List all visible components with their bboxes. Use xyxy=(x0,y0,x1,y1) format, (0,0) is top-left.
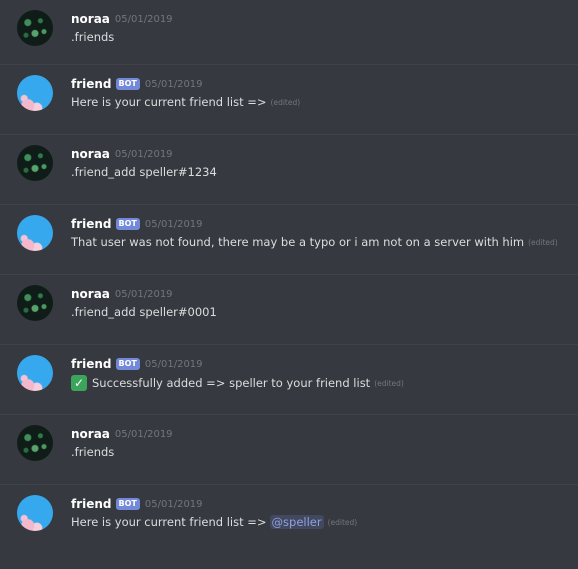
message-header: friend BOT 05/01/2019 xyxy=(71,495,203,513)
message-content: .friends xyxy=(71,445,114,459)
username[interactable]: noraa xyxy=(71,147,110,161)
username[interactable]: friend xyxy=(71,77,112,91)
username[interactable]: noraa xyxy=(71,287,110,301)
message-header: noraa 05/01/2019 xyxy=(71,10,173,28)
bot-badge: BOT xyxy=(115,358,140,370)
message-content: .friend_add speller#0001 xyxy=(71,305,217,319)
avatar[interactable] xyxy=(17,355,53,391)
timestamp: 05/01/2019 xyxy=(144,78,203,90)
message-content: .friends xyxy=(71,30,114,44)
username[interactable]: noraa xyxy=(71,12,110,26)
message-text: .friends xyxy=(71,30,115,44)
message: noraa 05/01/2019 .friends xyxy=(0,0,578,70)
message-text: Successfully added => speller to your fr… xyxy=(92,376,371,390)
username[interactable]: noraa xyxy=(71,427,110,441)
timestamp: 05/01/2019 xyxy=(114,288,173,300)
message: noraa 05/01/2019 .friend_add speller#000… xyxy=(0,274,578,344)
edited-label: (edited) xyxy=(270,97,301,107)
username[interactable]: friend xyxy=(71,357,112,371)
message-content: .friend_add speller#1234 xyxy=(71,165,217,179)
message-header: noraa 05/01/2019 xyxy=(71,285,173,303)
avatar[interactable] xyxy=(17,145,53,181)
message-text: .friends xyxy=(71,445,115,459)
edited-label: (edited) xyxy=(327,517,358,527)
avatar[interactable] xyxy=(17,495,53,531)
timestamp: 05/01/2019 xyxy=(144,358,203,370)
message: friend BOT 05/01/2019 That user was not … xyxy=(0,204,578,274)
message: friend BOT 05/01/2019 Here is your curre… xyxy=(0,64,578,134)
message-content: Here is your current friend list => @spe… xyxy=(71,515,357,529)
message-text: Here is your current friend list => xyxy=(71,95,267,109)
username[interactable]: friend xyxy=(71,497,112,511)
message-header: noraa 05/01/2019 xyxy=(71,425,173,443)
bot-badge: BOT xyxy=(115,78,140,90)
edited-label: (edited) xyxy=(528,237,558,247)
avatar[interactable] xyxy=(17,285,53,321)
message: noraa 05/01/2019 .friends xyxy=(0,414,578,484)
message-content: Here is your current friend list => (edi… xyxy=(71,95,300,109)
message-content: That user was not found, there may be a … xyxy=(71,235,558,249)
message-header: friend BOT 05/01/2019 xyxy=(71,355,203,373)
message: friend BOT 05/01/2019 Here is your curre… xyxy=(0,484,578,554)
avatar[interactable] xyxy=(17,425,53,461)
message-text: .friend_add speller#0001 xyxy=(71,305,217,319)
bot-badge: BOT xyxy=(115,218,140,230)
message-text: That user was not found, there may be a … xyxy=(71,235,525,249)
avatar[interactable] xyxy=(17,10,53,46)
message-text: Here is your current friend list => xyxy=(71,515,267,529)
message-header: friend BOT 05/01/2019 xyxy=(71,75,203,93)
message-header: noraa 05/01/2019 xyxy=(71,145,173,163)
message-text: .friend_add speller#1234 xyxy=(71,165,217,179)
timestamp: 05/01/2019 xyxy=(114,428,173,440)
avatar[interactable] xyxy=(17,215,53,251)
user-mention[interactable]: @speller xyxy=(269,515,324,529)
message: friend BOT 05/01/2019 ✓ Successfully add… xyxy=(0,344,578,414)
edited-label: (edited) xyxy=(374,378,404,388)
timestamp: 05/01/2019 xyxy=(114,13,173,25)
message: noraa 05/01/2019 .friend_add speller#123… xyxy=(0,134,578,204)
timestamp: 05/01/2019 xyxy=(144,498,203,510)
username[interactable]: friend xyxy=(71,217,112,231)
timestamp: 05/01/2019 xyxy=(114,148,173,160)
check-mark-icon: ✓ xyxy=(71,375,87,391)
message-content: ✓ Successfully added => speller to your … xyxy=(71,375,404,391)
avatar[interactable] xyxy=(17,75,53,111)
timestamp: 05/01/2019 xyxy=(144,218,203,230)
bot-badge: BOT xyxy=(115,498,140,510)
chat-log: noraa 05/01/2019 .friends friend BOT 05/… xyxy=(0,0,578,569)
message-header: friend BOT 05/01/2019 xyxy=(71,215,203,233)
